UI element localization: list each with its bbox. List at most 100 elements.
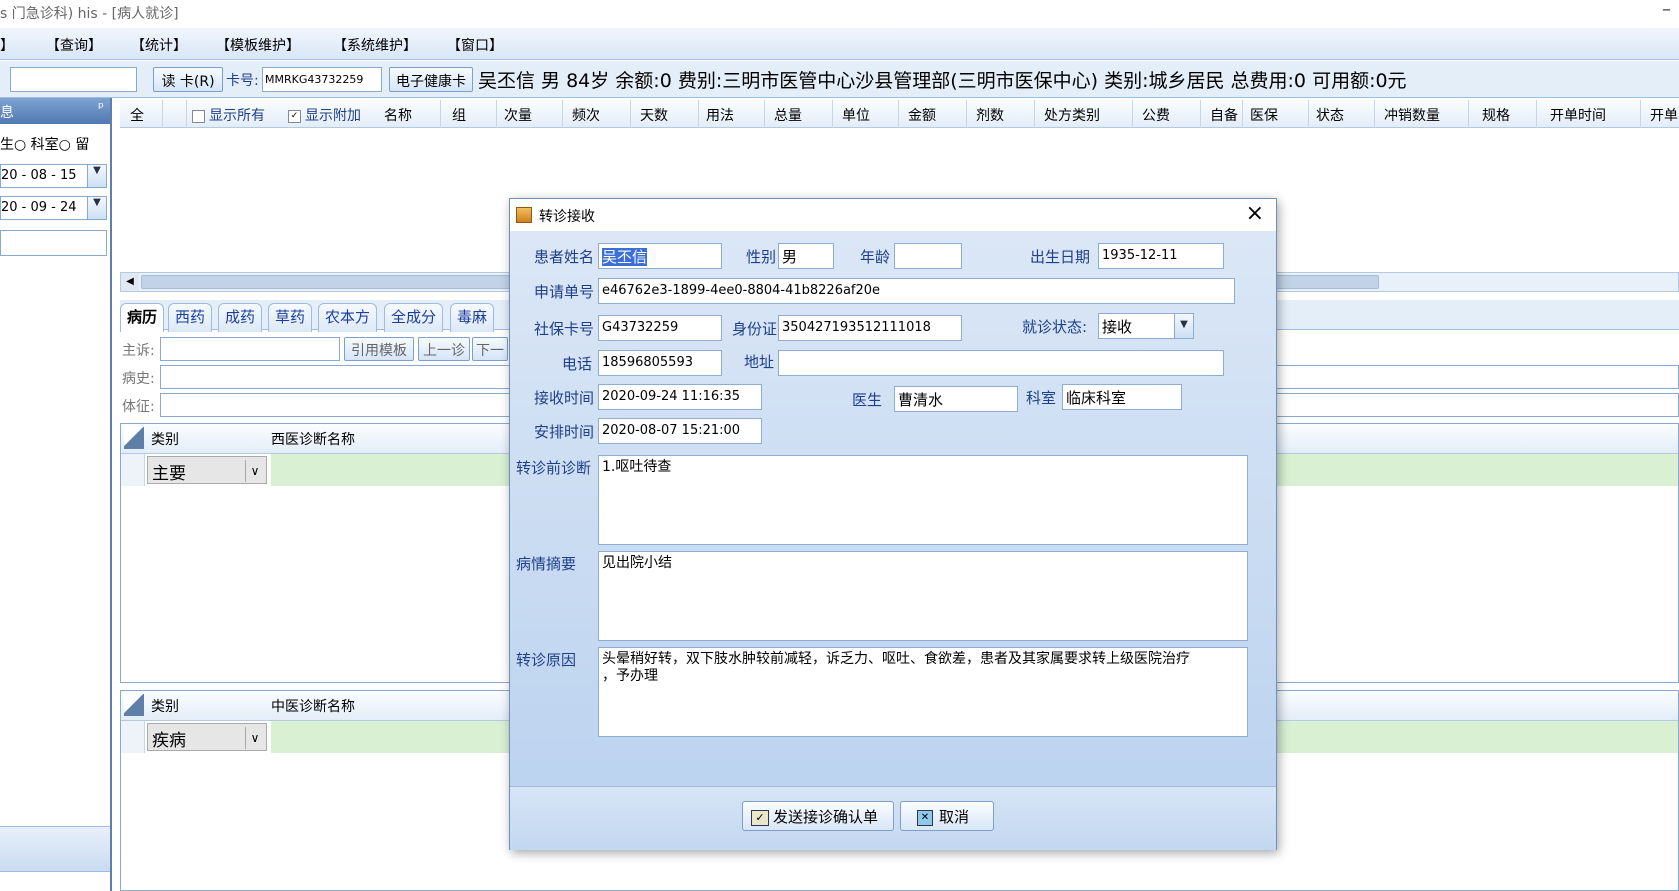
show-all-checkbox[interactable]: 显示所有 <box>192 105 265 125</box>
left-panel-footer <box>0 826 110 872</box>
arrange-time-field[interactable]: 2020-08-07 15:21:00 <box>598 418 762 444</box>
visit-status-select[interactable]: 接收 ▼ <box>1098 313 1194 339</box>
card-label: 卡号: <box>226 73 259 89</box>
apply-no-field[interactable]: e46762e3-1899-4ee0-8804-41b8226af20e <box>598 278 1235 304</box>
ehealth-card-button[interactable]: 电子健康卡 <box>389 67 473 92</box>
tab-western-medicine[interactable]: 西药 <box>168 303 213 332</box>
tab-narcotics[interactable]: 毒麻 <box>450 303 495 332</box>
tcm-diagnosis-type-value: 疾病 <box>152 731 186 751</box>
column-header[interactable]: 剂数 <box>976 105 1004 125</box>
column-header[interactable]: 规格 <box>1482 105 1510 125</box>
column-header[interactable]: 总量 <box>774 105 802 125</box>
column-header[interactable]: 医保 <box>1250 105 1278 125</box>
column-header-tcm-diagnosis: 中医诊断名称 <box>271 699 355 715</box>
id-card-field[interactable]: 350427193512111018 <box>778 315 962 341</box>
column-header[interactable]: 自备 <box>1210 105 1238 125</box>
menu-item-system[interactable]: 】 <box>0 35 14 55</box>
scope-radio-group[interactable]: 生○ 科室○ 留 <box>0 134 89 154</box>
ss-card-field[interactable]: G43732259 <box>598 315 722 341</box>
condition-summary-textarea[interactable]: 见出院小结 <box>598 551 1248 641</box>
menu-item-template[interactable]: 【模板维护】 <box>216 35 300 55</box>
scroll-left-icon[interactable]: ◀ <box>121 273 139 291</box>
patient-name-field[interactable]: 吴丕信 <box>598 243 722 269</box>
column-header[interactable]: 组 <box>452 105 466 125</box>
column-header[interactable]: 单位 <box>842 105 870 125</box>
column-header[interactable]: 冲销数量 <box>1384 105 1440 125</box>
column-header[interactable]: 开单时间 <box>1550 105 1606 125</box>
name-label: 患者姓名 <box>534 248 595 266</box>
tab-full-ingredients[interactable]: 全成分 <box>384 303 444 332</box>
read-card-button[interactable]: 读 卡(R) <box>153 67 223 92</box>
column-header[interactable]: 用法 <box>706 105 734 125</box>
date-from-value: 20 - 08 - 15 <box>1 168 77 183</box>
address-label: 地址 <box>744 353 775 371</box>
card-number-input[interactable]: MMRKG43732259 <box>262 67 382 92</box>
column-header[interactable]: 名称 <box>384 105 412 125</box>
column-header[interactable]: 天数 <box>640 105 668 125</box>
age-field[interactable] <box>894 243 962 269</box>
send-confirmation-button[interactable]: ✓ 发送接诊确认单 <box>742 801 894 831</box>
west-diagnosis-type-select[interactable]: 主要 ∨ <box>147 456 267 484</box>
cancel-button[interactable]: ✕ 取消 <box>900 801 994 831</box>
quote-template-button[interactable]: 引用模板 <box>344 337 414 361</box>
chevron-down-icon[interactable]: ▼ <box>87 165 106 187</box>
pin-icon[interactable]: ᵖ <box>98 100 104 116</box>
next-visit-button[interactable]: 下一 <box>472 337 508 361</box>
tab-medical-record[interactable]: 病历 <box>120 303 165 332</box>
column-header[interactable]: 金额 <box>908 105 936 125</box>
show-extra-checkbox[interactable]: ✓ 显示附加 <box>288 105 361 125</box>
tab-herbal-medicine[interactable]: 草药 <box>268 303 313 332</box>
left-search-input[interactable] <box>0 230 107 256</box>
receive-time-field[interactable]: 2020-09-24 11:16:35 <box>598 384 762 410</box>
chevron-down-icon[interactable]: ∨ <box>245 460 264 482</box>
close-icon[interactable]: × <box>1246 201 1264 226</box>
menu-item-query[interactable]: 【查询】 <box>46 35 102 55</box>
phone-label: 电话 <box>562 355 593 373</box>
date-from-picker[interactable]: 20 - 08 - 15 ▼ <box>0 164 107 188</box>
dialog-footer: ✓ 发送接诊确认单 ✕ 取消 <box>510 786 1276 850</box>
column-header[interactable]: 开单 <box>1650 105 1678 125</box>
column-header[interactable]: 次量 <box>504 105 532 125</box>
chevron-down-icon[interactable]: ▼ <box>87 197 106 219</box>
patient-name-value: 吴丕信 <box>602 248 648 266</box>
search-input[interactable] <box>10 67 137 92</box>
menu-item-system-maint[interactable]: 【系统维护】 <box>333 35 417 55</box>
pre-diagnosis-textarea[interactable]: 1.呕吐待查 <box>598 455 1248 545</box>
prescription-grid-header: 全 显示所有 ✓ 显示附加 名称 组 次量 频次 天数 用法 总量 单位 金额 剂… <box>120 100 1679 128</box>
show-all-label: 显示所有 <box>209 108 265 124</box>
referral-reason-textarea[interactable]: 头晕稍好转，双下肢水肿较前减轻，诉乏力、呕吐、食欲差，患者及其家属要求转上级医院… <box>598 647 1248 737</box>
department-field[interactable]: 临床科室 <box>1062 384 1182 410</box>
menu-item-statistics[interactable]: 【统计】 <box>131 35 187 55</box>
chevron-down-icon[interactable]: ∨ <box>245 727 264 749</box>
arrange-time-label: 安排时间 <box>534 423 595 441</box>
birth-date-label: 出生日期 <box>1030 248 1091 266</box>
minimize-button[interactable]: – <box>1662 0 1671 24</box>
apply-no-label: 申请单号 <box>534 283 595 301</box>
sign-label: 体征: <box>122 399 155 415</box>
birth-date-field[interactable]: 1935-12-11 <box>1098 243 1224 269</box>
gender-field[interactable]: 男 <box>778 243 834 269</box>
tab-basic-prescription[interactable]: 农本方 <box>318 303 378 332</box>
column-header[interactable]: 公费 <box>1142 105 1170 125</box>
chevron-down-icon[interactable]: ▼ <box>1174 314 1193 338</box>
column-header-type: 类别 <box>151 699 179 715</box>
date-to-picker[interactable]: 20 - 09 - 24 ▼ <box>0 196 107 220</box>
menu-item-window[interactable]: 【窗口】 <box>447 35 503 55</box>
prev-visit-button[interactable]: 上一诊 <box>418 337 470 361</box>
column-header[interactable]: 处方类别 <box>1044 105 1100 125</box>
tab-patent-medicine[interactable]: 成药 <box>218 303 263 332</box>
column-header-type: 类别 <box>151 432 179 448</box>
address-field[interactable] <box>778 350 1224 376</box>
column-header[interactable]: 频次 <box>572 105 600 125</box>
doctor-field[interactable]: 曹清水 <box>894 386 1018 412</box>
tcm-diagnosis-type-select[interactable]: 疾病 ∨ <box>147 723 267 751</box>
cancel-label: 取消 <box>939 808 970 826</box>
menubar: 】 【查询】 【统计】 【模板维护】 【系统维护】 【窗口】 <box>0 28 1679 60</box>
column-header[interactable]: 状态 <box>1316 105 1344 125</box>
app-icon <box>516 207 532 223</box>
check-all-column[interactable]: 全 <box>130 105 144 125</box>
phone-field[interactable]: 18596805593 <box>598 350 722 376</box>
dialog-body: 患者姓名 吴丕信 性别 男 年龄 出生日期 1935-12-11 申请单号 e4… <box>510 231 1276 786</box>
complaint-input[interactable] <box>160 337 340 361</box>
pre-diagnosis-label: 转诊前诊断 <box>516 459 592 477</box>
